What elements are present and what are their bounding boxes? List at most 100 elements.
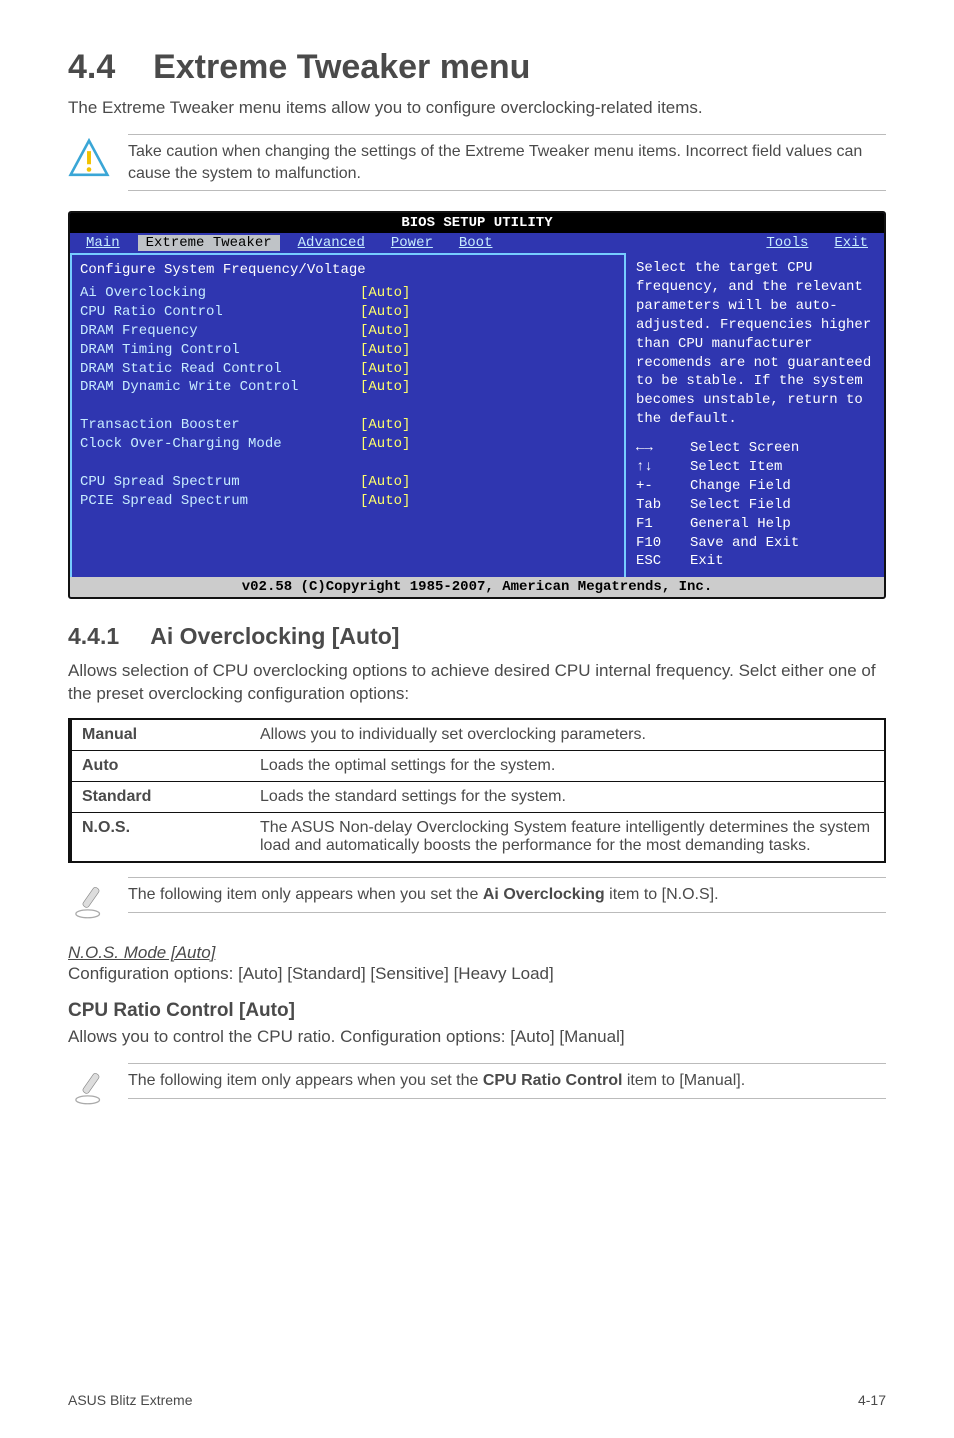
bios-key-desc: Exit [690, 552, 724, 571]
bios-key: F10 [636, 534, 680, 553]
bios-key-row: Tab Select Field [636, 496, 874, 515]
bios-setting-label: Clock Over-Charging Mode [80, 435, 360, 454]
note2-bold: CPU Ratio Control [483, 1072, 623, 1089]
bios-setting-value[interactable]: [Auto] [360, 360, 410, 379]
caution-note: Take caution when changing the settings … [68, 134, 886, 191]
bios-setting-value[interactable]: [Auto] [360, 303, 410, 322]
footer-left: ASUS Blitz Extreme [68, 1392, 192, 1408]
note1-bold: Ai Overclocking [483, 886, 605, 903]
option-desc: The ASUS Non-delay Overclocking System f… [250, 813, 885, 863]
bios-setting-label: CPU Spread Spectrum [80, 473, 360, 492]
bios-key: ↑↓ [636, 458, 680, 477]
bios-key-row: ↑↓ Select Item [636, 458, 874, 477]
cpu-ratio-title: CPU Ratio Control [Auto] [68, 1000, 886, 1022]
bios-setting-label: CPU Ratio Control [80, 303, 360, 322]
caution-icon [68, 138, 110, 180]
bios-setting-row [80, 454, 616, 473]
heading-number: 4.4 [68, 48, 115, 86]
bios-key-desc: General Help [690, 515, 791, 534]
bios-tab-main[interactable]: Main [78, 235, 128, 251]
bios-setting-label: Transaction Booster [80, 416, 360, 435]
option-name: Manual [70, 719, 250, 751]
bios-setting-row[interactable]: PCIE Spread Spectrum[Auto] [80, 492, 616, 511]
section-title: Ai Overclocking [Auto] [150, 623, 399, 649]
nos-mode-title: N.O.S. Mode [Auto] [68, 943, 886, 963]
bios-screenshot: BIOS SETUP UTILITY Main Extreme Tweaker … [68, 211, 886, 599]
bios-key-row: F1 General Help [636, 515, 874, 534]
bios-tab-power[interactable]: Power [383, 235, 441, 251]
bios-setting-value[interactable]: [Auto] [360, 341, 410, 360]
bios-setting-row[interactable]: CPU Spread Spectrum[Auto] [80, 473, 616, 492]
option-desc: Loads the optimal settings for the syste… [250, 751, 885, 782]
bios-key-row: +- Change Field [636, 477, 874, 496]
option-desc: Loads the standard settings for the syst… [250, 782, 885, 813]
info-note-2-text: The following item only appears when you… [128, 1063, 886, 1099]
bios-setting-value[interactable]: [Auto] [360, 416, 410, 435]
bios-setting-value[interactable]: [Auto] [360, 473, 410, 492]
option-name: Standard [70, 782, 250, 813]
bios-help-text: Select the target CPU frequency, and the… [636, 259, 874, 429]
bios-setting-row[interactable]: Ai Overclocking[Auto] [80, 284, 616, 303]
bios-content: Configure System Frequency/Voltage Ai Ov… [70, 253, 884, 577]
bios-setting-row[interactable]: DRAM Dynamic Write Control[Auto] [80, 378, 616, 397]
bios-key-desc: Change Field [690, 477, 791, 496]
note1-prefix: The following item only appears when you… [128, 886, 483, 903]
bios-setting-value[interactable]: [Auto] [360, 284, 410, 303]
bios-setting-row[interactable]: DRAM Frequency[Auto] [80, 322, 616, 341]
info-note-1-text: The following item only appears when you… [128, 877, 886, 913]
bios-key: F1 [636, 515, 680, 534]
bios-setting-row[interactable]: DRAM Static Read Control[Auto] [80, 360, 616, 379]
option-desc: Allows you to individually set overclock… [250, 719, 885, 751]
bios-key: Tab [636, 496, 680, 515]
bios-setting-label: DRAM Timing Control [80, 341, 360, 360]
bios-menubar: Main Extreme Tweaker Advanced Power Boot… [70, 233, 884, 253]
cpu-ratio-paragraph: Allows you to control the CPU ratio. Con… [68, 1026, 886, 1049]
note1-suffix: item to [N.O.S]. [609, 886, 718, 903]
overclocking-options-table: ManualAllows you to individually set ove… [68, 718, 886, 863]
pencil-icon [68, 881, 110, 923]
document-page: 4.4 Extreme Tweaker menu The Extreme Twe… [0, 0, 954, 1438]
bios-setting-value[interactable]: [Auto] [360, 435, 410, 454]
bios-setting-row[interactable]: DRAM Timing Control[Auto] [80, 341, 616, 360]
bios-setting-label: DRAM Dynamic Write Control [80, 378, 360, 397]
bios-key-row: ESC Exit [636, 552, 874, 571]
bios-setting-label: PCIE Spread Spectrum [80, 492, 360, 511]
note2-suffix: item to [Manual]. [627, 1072, 745, 1089]
bios-key-desc: Save and Exit [690, 534, 799, 553]
bios-footer: v02.58 (C)Copyright 1985-2007, American … [70, 577, 884, 597]
intro-paragraph: The Extreme Tweaker menu items allow you… [68, 97, 886, 120]
footer-right: 4-17 [858, 1392, 886, 1408]
bios-key: +- [636, 477, 680, 496]
bios-key: ESC [636, 552, 680, 571]
bios-setting-row[interactable]: Clock Over-Charging Mode[Auto] [80, 435, 616, 454]
bios-tab-tools[interactable]: Tools [758, 235, 816, 251]
bios-key-desc: Select Item [690, 458, 782, 477]
bios-right-pane: Select the target CPU frequency, and the… [624, 253, 884, 577]
bios-tab-extreme-tweaker[interactable]: Extreme Tweaker [138, 235, 280, 251]
bios-setting-row [80, 397, 616, 416]
bios-key-desc: Select Field [690, 496, 791, 515]
section-number: 4.4.1 [68, 623, 119, 649]
bios-setting-label: Ai Overclocking [80, 284, 360, 303]
table-row: AutoLoads the optimal settings for the s… [70, 751, 885, 782]
nos-mode-options: Configuration options: [Auto] [Standard]… [68, 963, 886, 986]
bios-setting-value[interactable]: [Auto] [360, 322, 410, 341]
bios-key-row: ←→Select Screen [636, 439, 874, 458]
pencil-icon [68, 1067, 110, 1109]
bios-subhead: Configure System Frequency/Voltage [80, 261, 616, 280]
bios-setting-value[interactable]: [Auto] [360, 378, 410, 397]
bios-tab-advanced[interactable]: Advanced [290, 235, 373, 251]
bios-tab-boot[interactable]: Boot [451, 235, 501, 251]
table-row: StandardLoads the standard settings for … [70, 782, 885, 813]
table-row: ManualAllows you to individually set ove… [70, 719, 885, 751]
bios-tab-exit[interactable]: Exit [826, 235, 876, 251]
bios-setting-row[interactable]: CPU Ratio Control[Auto] [80, 303, 616, 322]
page-footer: ASUS Blitz Extreme 4-17 [68, 1392, 886, 1408]
section-4-4-1-paragraph: Allows selection of CPU overclocking opt… [68, 660, 886, 706]
page-title: 4.4 Extreme Tweaker menu [68, 48, 886, 87]
bios-setting-value[interactable]: [Auto] [360, 492, 410, 511]
caution-text: Take caution when changing the settings … [128, 134, 886, 191]
bios-key-row: F10 Save and Exit [636, 534, 874, 553]
bios-setting-row[interactable]: Transaction Booster[Auto] [80, 416, 616, 435]
option-name: Auto [70, 751, 250, 782]
